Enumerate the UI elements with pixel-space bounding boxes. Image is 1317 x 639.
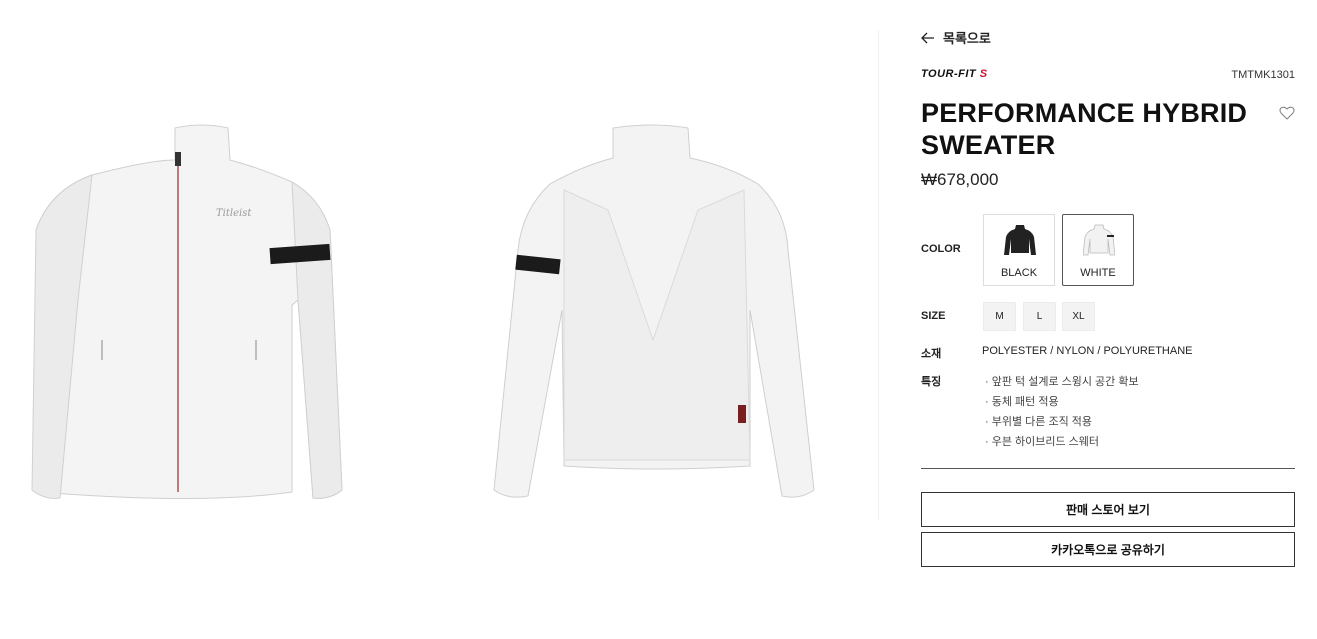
arrow-left-icon: [921, 32, 934, 43]
feature-item: 우븐 하이브리드 스웨터: [985, 432, 1139, 452]
back-link-label: 목록으로: [943, 31, 991, 46]
features-label: 특징: [921, 376, 942, 388]
brand-logo-accent: S: [979, 68, 988, 80]
product-info-panel: 목록으로 TOUR-FIT S TMTMK1301 PERFORMANCE HY…: [921, 0, 1295, 639]
back-to-list-link[interactable]: 목록으로: [921, 28, 991, 47]
view-store-button[interactable]: 판매 스토어 보기: [921, 492, 1295, 527]
product-image-front[interactable]: Titleist: [30, 120, 350, 505]
features-list: 앞판 턱 설계로 스윙시 공간 확보 동체 패턴 적용 부위별 다른 조직 적용…: [985, 372, 1139, 452]
color-thumbnail-black: [1004, 225, 1036, 255]
size-label: SIZE: [921, 310, 946, 322]
svg-text:Titleist: Titleist: [216, 208, 252, 219]
brand-logo-text: TOUR-FIT: [921, 68, 977, 80]
model-code: TMTMK1301: [1231, 69, 1295, 81]
color-label: COLOR: [921, 243, 961, 255]
product-gallery: Titleist: [0, 0, 878, 639]
size-option-m[interactable]: M: [983, 302, 1016, 331]
material-value: POLYESTER / NYLON / POLYURETHANE: [982, 345, 1193, 357]
product-title: PERFORMANCE HYBRID SWEATER: [921, 98, 1248, 160]
size-option-xl[interactable]: XL: [1062, 302, 1095, 331]
feature-item: 동체 패턴 적용: [985, 392, 1139, 412]
color-option-black[interactable]: BLACK: [983, 214, 1055, 286]
kakao-share-button[interactable]: 카카오톡으로 공유하기: [921, 532, 1295, 567]
color-option-white[interactable]: WHITE: [1062, 214, 1134, 286]
heart-icon[interactable]: [1279, 106, 1295, 120]
product-price: ₩678,000: [921, 170, 999, 189]
material-label: 소재: [921, 348, 942, 360]
section-divider: [921, 468, 1295, 469]
product-image-back[interactable]: [488, 120, 818, 505]
brand-logo: TOUR-FIT S: [921, 68, 988, 80]
color-option-label: WHITE: [1080, 267, 1116, 279]
color-thumbnail-white: [1083, 224, 1115, 256]
color-option-label: BLACK: [1000, 267, 1038, 279]
feature-item: 앞판 턱 설계로 스윙시 공간 확보: [985, 372, 1139, 392]
size-option-l[interactable]: L: [1023, 302, 1056, 331]
vertical-divider: [878, 30, 879, 520]
feature-item: 부위별 다른 조직 적용: [985, 412, 1139, 432]
